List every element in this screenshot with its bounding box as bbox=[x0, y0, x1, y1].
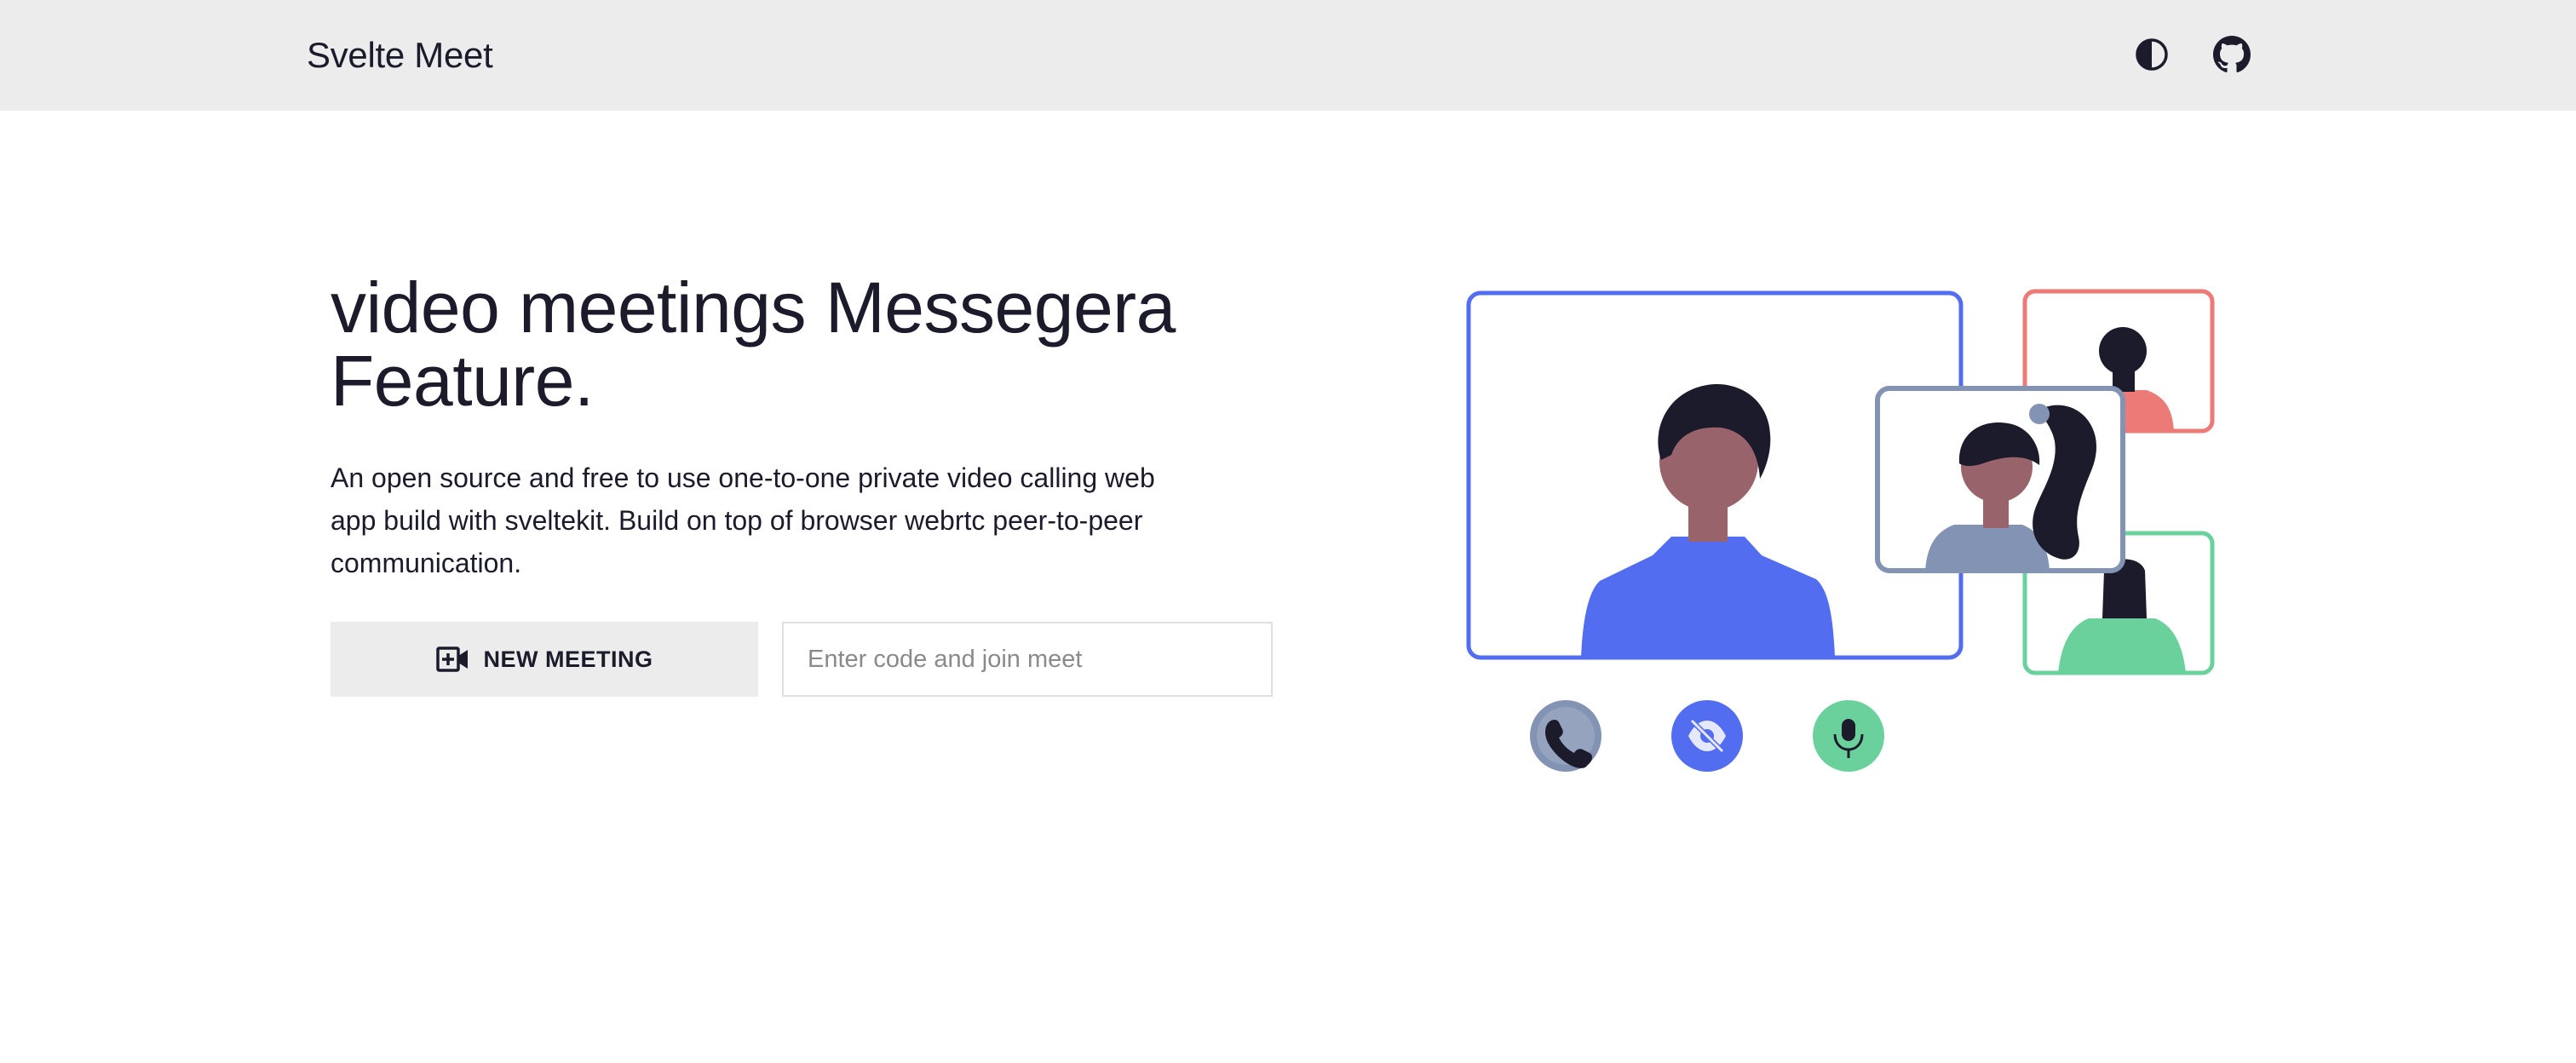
github-icon bbox=[2213, 36, 2251, 72]
new-meeting-button[interactable]: NEW MEETING bbox=[331, 622, 758, 697]
video-plus-icon bbox=[435, 646, 468, 672]
toggle-video-button bbox=[1671, 700, 1743, 772]
hero-headline: video meetings Messegera Feature. bbox=[331, 271, 1268, 417]
hero-description: An open source and free to use one-to-on… bbox=[331, 463, 1155, 578]
call-end-button bbox=[1530, 700, 1601, 772]
join-code-input[interactable] bbox=[782, 622, 1273, 697]
github-link[interactable] bbox=[2213, 36, 2251, 73]
video-call-illustration bbox=[1448, 281, 2232, 784]
hero-headline-line2: Feature. bbox=[331, 341, 594, 421]
video-call-illustration-svg bbox=[1466, 289, 2215, 772]
half-circle-contrast-icon bbox=[2136, 38, 2168, 71]
new-meeting-label: NEW MEETING bbox=[483, 646, 653, 672]
participant-tile-slate bbox=[1875, 386, 2125, 573]
top-navbar: Svelte Meet bbox=[0, 0, 2576, 111]
toggle-audio-button bbox=[1813, 700, 1884, 772]
hero-headline-line1: video meetings Messegera bbox=[331, 267, 1176, 348]
theme-toggle-button[interactable] bbox=[2133, 36, 2171, 73]
brand-logo-link[interactable]: Svelte Meet bbox=[307, 32, 493, 78]
